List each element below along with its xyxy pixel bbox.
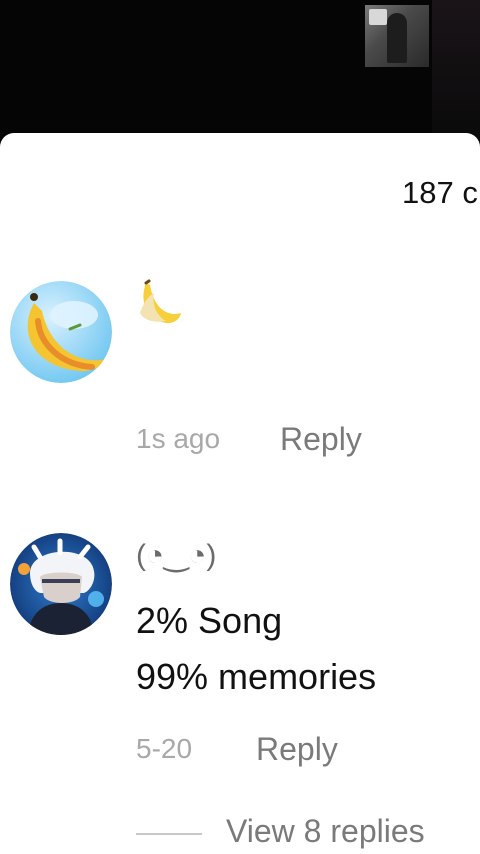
comment-text-line: 2% Song <box>136 600 283 641</box>
banana-avatar-icon <box>10 281 112 383</box>
comment-timestamp: 5-20 <box>136 733 193 764</box>
comment-username: (◔‿◔) <box>136 539 217 572</box>
comment-text-line: 99% memories <box>136 656 377 697</box>
divider <box>136 833 202 835</box>
avatar[interactable] <box>10 281 112 383</box>
reply-button[interactable]: Reply <box>280 421 362 458</box>
comment-timestamp: 1s ago <box>136 423 221 454</box>
avatar[interactable] <box>10 533 112 635</box>
video-background <box>0 0 480 140</box>
view-replies-button[interactable]: View 8 replies <box>226 813 425 850</box>
anime-character-avatar-icon <box>10 533 112 635</box>
comment-count: 187 c <box>402 175 478 210</box>
comments-sheet: 187 c 1s ago Reply (◔‿◔) 2% Song 99% mem… <box>0 133 480 854</box>
video-thumbnail <box>365 5 429 67</box>
reply-button[interactable]: Reply <box>256 731 338 768</box>
banana-emoji-icon <box>136 279 182 332</box>
